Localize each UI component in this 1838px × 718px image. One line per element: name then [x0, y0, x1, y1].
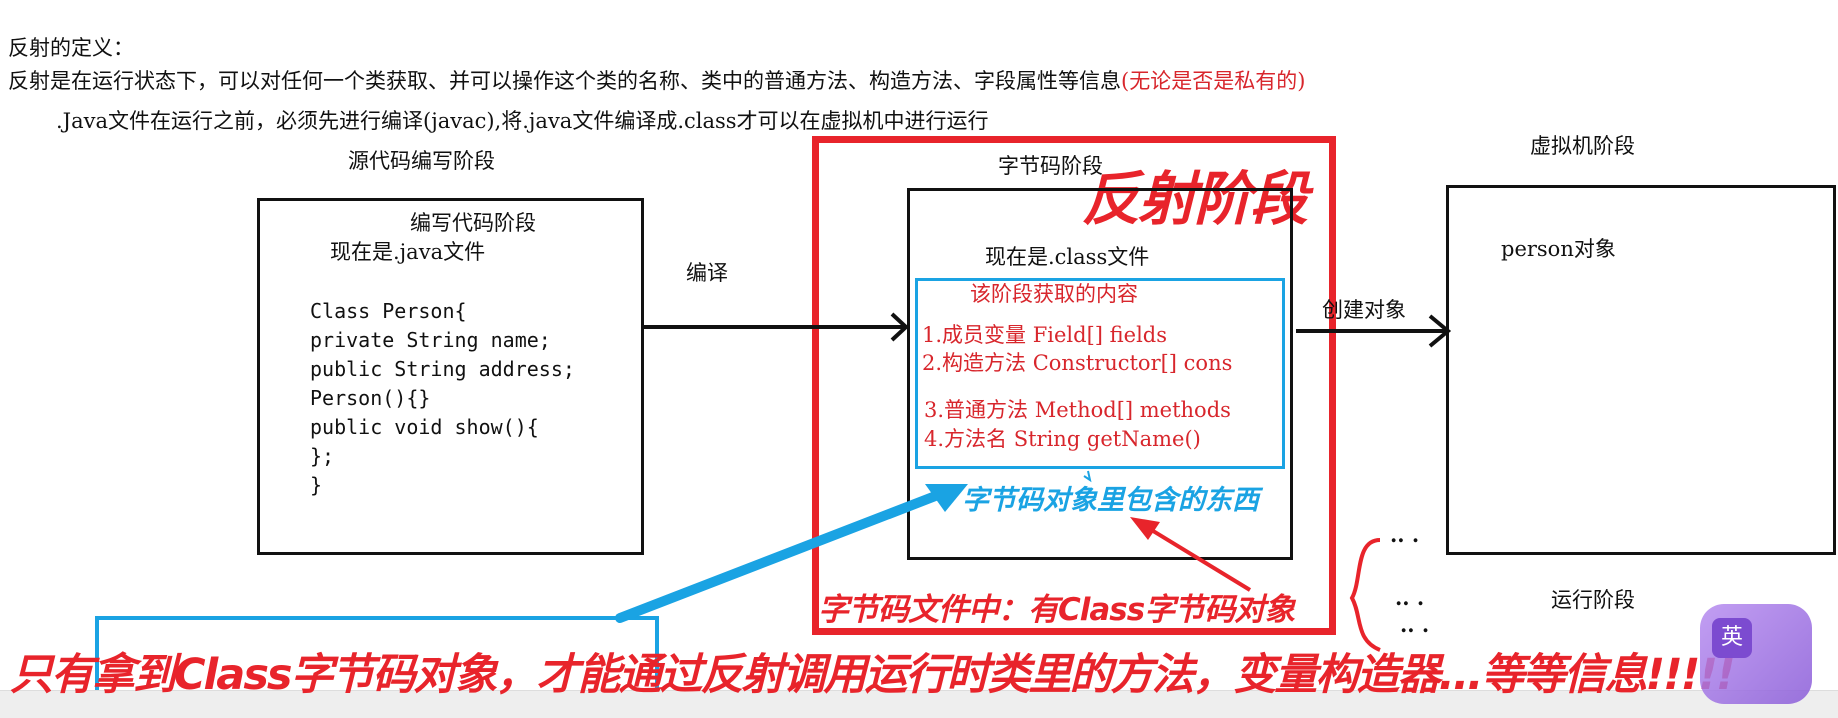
diagram-connectors	[615, 312, 1452, 652]
blue-down-mark	[1083, 470, 1092, 483]
banner-to-bytecode-arrow	[615, 490, 943, 623]
class-object-arrow	[1138, 521, 1252, 592]
class-object-arrow-head	[1130, 517, 1160, 540]
red-brace	[1349, 538, 1381, 652]
